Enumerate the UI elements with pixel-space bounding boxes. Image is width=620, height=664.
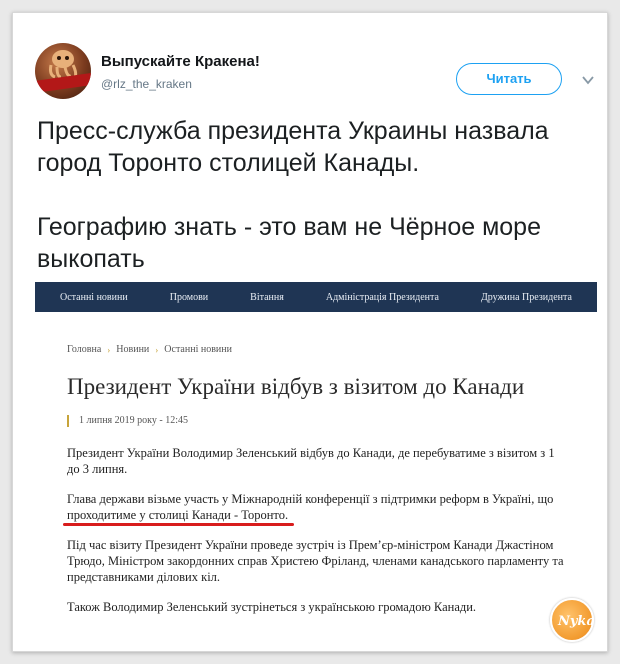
embedded-screenshot[interactable]: Останні новини Промови Вітання Адміністр… bbox=[35, 282, 597, 632]
article-paragraph: Також Володимир Зеленський зустрінеться … bbox=[67, 600, 477, 614]
highlighted-phrase: проходитиме у столиці Канади - Торонто. bbox=[67, 508, 289, 522]
news-ribbon bbox=[35, 72, 91, 94]
site-navigation: Останні новини Промови Вітання Адміністр… bbox=[35, 282, 597, 312]
breadcrumb-separator-icon: › bbox=[107, 344, 111, 355]
tweet-paragraph: Географию знать - это вам не Чёрное море… bbox=[37, 213, 541, 273]
breadcrumb-item: Головна bbox=[67, 344, 102, 355]
follow-button[interactable]: Читать bbox=[456, 63, 562, 95]
tweet-paragraph: Пресс-служба президента Украины назвала … bbox=[37, 117, 549, 177]
nav-item: Промови bbox=[169, 291, 209, 303]
user-display-name[interactable]: Выпускайте Кракена! bbox=[101, 53, 260, 70]
svg-text:Nyka: Nyka bbox=[557, 614, 592, 629]
breadcrumb-separator-icon: › bbox=[155, 344, 159, 355]
nyka-logo-badge-icon: Nyka bbox=[550, 598, 594, 642]
article-title: Президент України відбув з візитом до Ка… bbox=[67, 374, 525, 399]
article: Головна › Новини › Останні новини Презид… bbox=[67, 344, 587, 615]
article-paragraph: Під час візиту Президент України проведе… bbox=[67, 538, 564, 584]
chevron-down-icon[interactable] bbox=[581, 73, 595, 87]
breadcrumb-item: Останні новини bbox=[164, 344, 232, 355]
breadcrumb: Головна › Новини › Останні новини bbox=[67, 344, 587, 355]
user-handle[interactable]: @rlz_the_kraken bbox=[101, 77, 192, 91]
nav-item: Адміністрація Президента bbox=[325, 291, 439, 303]
tweet-card: Выпускайте Кракена! @rlz_the_kraken Чита… bbox=[12, 12, 608, 652]
paragraph-text: Глава держави візьме участь у Міжнародні… bbox=[67, 492, 554, 506]
nav-item: Вітання bbox=[250, 291, 284, 303]
nyka-wordmark-icon: Nyka bbox=[557, 614, 592, 629]
breadcrumb-item: Новини bbox=[116, 344, 150, 355]
nav-item: Дружина Президента bbox=[480, 291, 572, 303]
article-paragraph: Глава держави візьме участь у Міжнародні… bbox=[67, 491, 567, 523]
nav-item: Останні новини bbox=[60, 291, 128, 303]
avatar[interactable] bbox=[35, 43, 91, 99]
tweet-text: Пресс-служба президента Украины назвала … bbox=[37, 115, 597, 275]
article-date: 1 липня 2019 року - 12:45 bbox=[67, 415, 227, 427]
article-paragraph: Президент України Володимир Зеленський в… bbox=[67, 446, 555, 476]
